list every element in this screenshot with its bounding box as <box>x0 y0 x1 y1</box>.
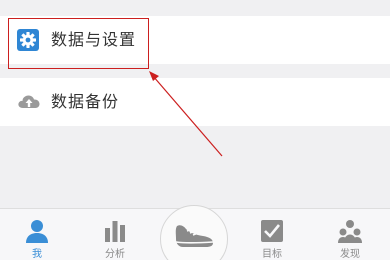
tab-goal-label: 目标 <box>262 249 282 260</box>
backup-row[interactable]: 数据备份 <box>0 78 390 126</box>
tab-me[interactable]: 我 <box>7 209 67 260</box>
shoe-icon <box>173 218 217 254</box>
person-icon <box>25 219 49 243</box>
tab-me-label: 我 <box>32 249 42 260</box>
backup-row-label: 数据备份 <box>51 92 120 111</box>
cloud-upload-icon <box>17 91 40 113</box>
tab-analysis[interactable]: 分析 <box>85 209 145 260</box>
tab-discover[interactable]: 发现 <box>320 209 380 260</box>
tab-discover-label: 发现 <box>340 249 360 260</box>
people-cluster-icon <box>338 219 362 243</box>
tab-analysis-label: 分析 <box>105 249 125 260</box>
annotation-highlight-box <box>8 18 149 69</box>
bar-chart-icon <box>103 219 127 243</box>
tab-goal[interactable]: 目标 <box>242 209 302 260</box>
checkbox-icon <box>260 219 284 243</box>
